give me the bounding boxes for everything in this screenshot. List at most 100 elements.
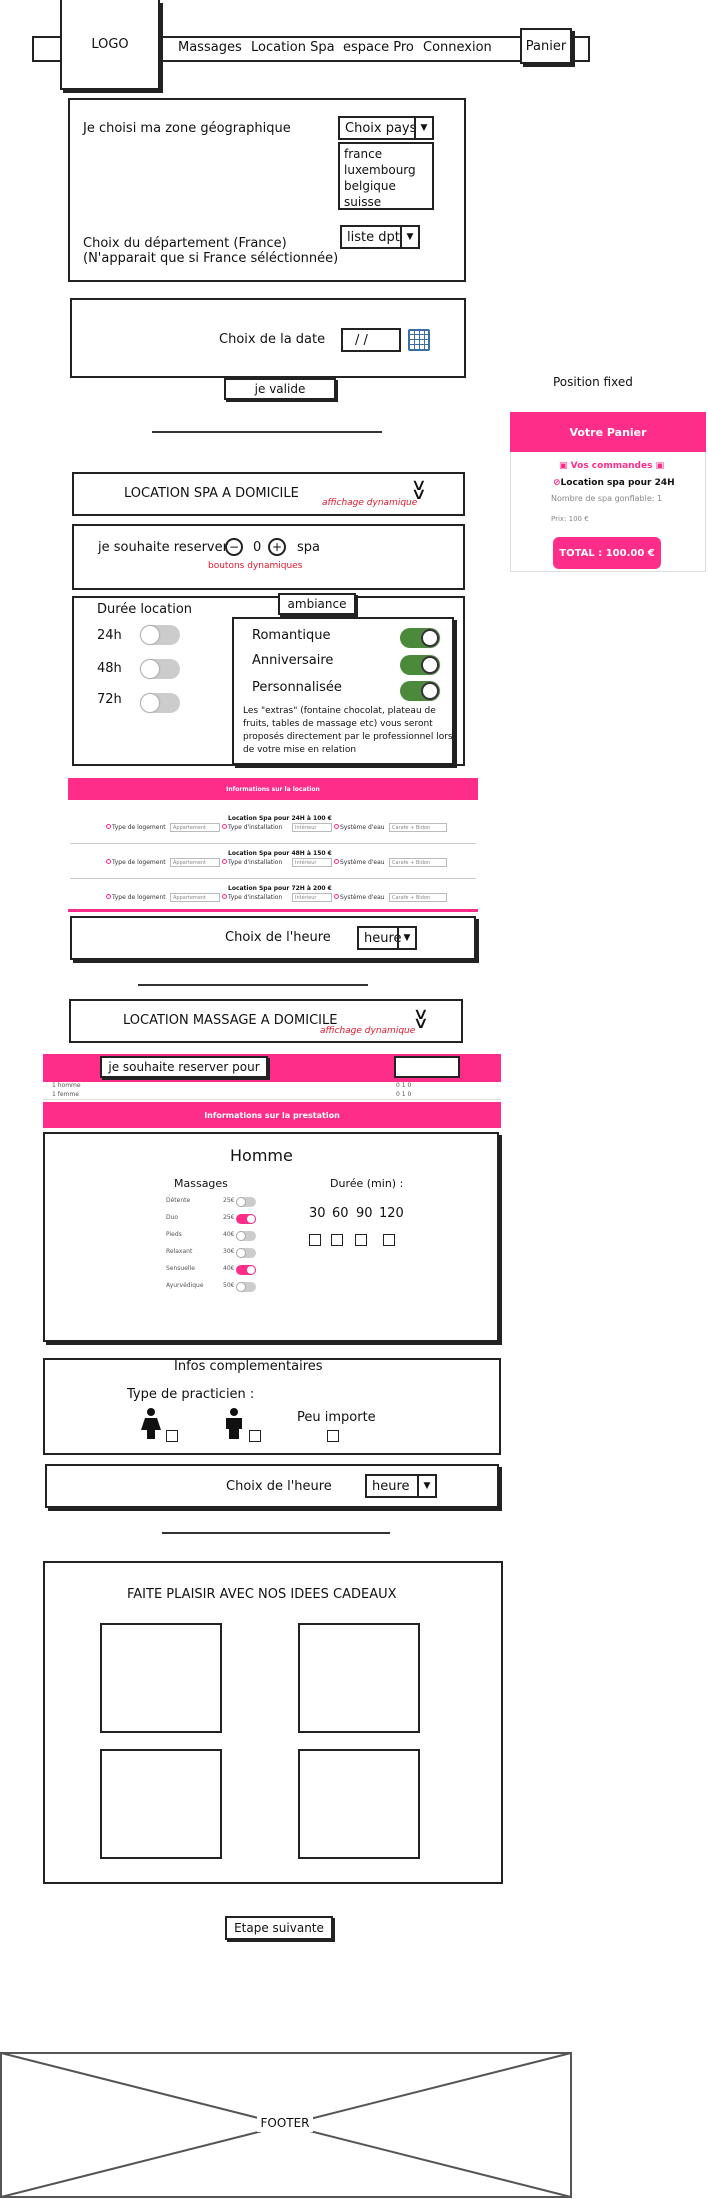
cart-price: Prix: 100 €	[551, 515, 589, 523]
cart-total-button[interactable]: TOTAL : 100.00 €	[553, 537, 661, 569]
tab-ambiance[interactable]: ambiance	[278, 593, 356, 615]
massage-toggle[interactable]	[236, 1282, 256, 1292]
any-practitioner-checkbox[interactable]	[327, 1430, 339, 1442]
massage-price: 30€	[223, 1248, 235, 1255]
spa-row-input[interactable]: Appartement	[170, 893, 220, 902]
spa-row-input[interactable]: Intérieur	[292, 893, 332, 902]
spa-row-item: Système d'eau	[334, 859, 385, 866]
gifts-title: FAITE PLAISIR AVEC NOS IDEES CADEAUX	[127, 1587, 397, 1602]
massage-title: LOCATION MASSAGE A DOMICILE	[123, 1013, 338, 1028]
nav-espace-pro[interactable]: espace Pro	[343, 40, 414, 55]
country-dropdown-list: france luxembourg belgique suisse	[338, 142, 434, 210]
ambiance-anniversaire-label: Anniversaire	[252, 653, 334, 668]
dept-select[interactable]: liste dpt ▼	[340, 225, 420, 249]
massage-toggle[interactable]	[236, 1231, 256, 1241]
country-option-france[interactable]: france	[344, 146, 428, 162]
spa-row-item: Type d'installation	[222, 824, 282, 831]
buttons-note: boutons dynamiques	[208, 561, 303, 571]
remove-icon[interactable]: ⊘	[553, 478, 561, 488]
spa-row-input[interactable]: Carafe + Bidon	[389, 823, 447, 832]
massage-toggle[interactable]	[236, 1197, 256, 1207]
country-select-value: Choix pays	[345, 120, 417, 136]
duration-48h-toggle[interactable]	[140, 659, 180, 679]
massage-hour-select[interactable]: heure ▼	[365, 1474, 437, 1498]
ambiance-personnalisee-toggle[interactable]	[400, 681, 440, 701]
gift-card[interactable]	[100, 1623, 222, 1733]
duration-24h-label: 24h	[97, 628, 122, 643]
spa-row-input[interactable]: Intérieur	[292, 858, 332, 867]
spa-reserve-label: je souhaite reserver	[98, 540, 228, 555]
cart-item-text: Location spa pour 24H	[560, 478, 675, 488]
ambiance-anniversaire-toggle[interactable]	[400, 655, 440, 675]
calendar-icon[interactable]	[408, 329, 430, 351]
plus-button[interactable]: +	[268, 538, 286, 556]
gift-card[interactable]	[298, 1623, 420, 1733]
massage-name: Détente	[166, 1197, 191, 1204]
male-practitioner-icon[interactable]	[224, 1408, 244, 1440]
duration-120-label: 120	[379, 1206, 404, 1221]
dept-select-value: liste dpt	[347, 229, 400, 245]
massage-reserve-input[interactable]	[394, 1056, 460, 1078]
date-input[interactable]: / /	[341, 328, 401, 352]
country-select[interactable]: Choix pays ▼	[338, 116, 434, 140]
massage-reserve-label: je souhaite reserver pour	[108, 1060, 260, 1074]
duration-60-checkbox[interactable]	[331, 1234, 343, 1246]
duration-72h-toggle[interactable]	[140, 693, 180, 713]
country-option-suisse[interactable]: suisse	[344, 194, 428, 210]
duration-120-checkbox[interactable]	[383, 1234, 395, 1246]
massage-toggle[interactable]	[236, 1265, 256, 1275]
cart-button[interactable]: Panier	[520, 28, 572, 64]
duration-90-label: 90	[356, 1206, 373, 1221]
spa-row-input[interactable]: Appartement	[170, 823, 220, 832]
spa-row-title: Location Spa pour 72H à 200 €	[228, 885, 332, 892]
person-row-counter[interactable]: 0 1 0	[396, 1091, 411, 1098]
duration-24h-toggle[interactable]	[140, 625, 180, 645]
cart-total: TOTAL : 100.00 €	[559, 547, 655, 559]
duration-60-label: 60	[332, 1206, 349, 1221]
spa-row-input[interactable]: Intérieur	[292, 823, 332, 832]
massage-toggle[interactable]	[236, 1214, 256, 1224]
spa-title: LOCATION SPA A DOMICILE	[124, 486, 299, 501]
duration-30-checkbox[interactable]	[309, 1234, 321, 1246]
spa-row-input[interactable]: Appartement	[170, 858, 220, 867]
spa-qty: 0	[253, 540, 262, 555]
female-practitioner-checkbox[interactable]	[166, 1430, 178, 1442]
footer-label-box: FOOTER	[257, 2114, 313, 2132]
massage-toggle[interactable]	[236, 1248, 256, 1258]
ambiance-romantique-toggle[interactable]	[400, 628, 440, 648]
validate-button[interactable]: je valide	[224, 378, 336, 400]
double-chevron-down-icon[interactable]: ∨ ∨	[411, 477, 427, 502]
duration-90-checkbox[interactable]	[355, 1234, 367, 1246]
spa-unit: spa	[297, 540, 320, 555]
nav-connexion[interactable]: Connexion	[423, 40, 492, 55]
double-chevron-down-icon[interactable]: ∨ ∨	[413, 1006, 429, 1031]
bag-icon: ▣	[559, 461, 568, 471]
spa-row-item: Type d'installation	[222, 859, 282, 866]
nav-massages[interactable]: Massages	[178, 40, 242, 55]
minus-button[interactable]: −	[225, 538, 243, 556]
gender-title: Homme	[230, 1146, 293, 1165]
country-option-belgique[interactable]: belgique	[344, 178, 428, 194]
spa-row-item: Type de logement	[106, 859, 166, 866]
massage-hour-select-value: heure	[372, 1478, 410, 1494]
divider	[162, 1532, 390, 1534]
person-row-counter[interactable]: 0 1 0	[396, 1082, 411, 1089]
gift-card[interactable]	[298, 1749, 420, 1859]
massage-price: 50€	[223, 1282, 235, 1289]
spa-row-input[interactable]: Carafe + Bidon	[389, 858, 447, 867]
spa-hour-select[interactable]: heure ▼	[357, 926, 417, 950]
spa-row-input[interactable]: Carafe + Bidon	[389, 893, 447, 902]
next-step-button[interactable]: Etape suivante	[225, 1916, 333, 1940]
ambiance-personnalisee-label: Personnalisée	[252, 680, 342, 695]
divider	[152, 431, 382, 433]
country-option-luxembourg[interactable]: luxembourg	[344, 162, 428, 178]
male-practitioner-checkbox[interactable]	[249, 1430, 261, 1442]
zone-label: Je choisi ma zone géographique	[83, 121, 291, 136]
nav-location-spa[interactable]: Location Spa	[251, 40, 335, 55]
gift-card[interactable]	[100, 1749, 222, 1859]
massage-price: 40€	[223, 1231, 235, 1238]
female-practitioner-icon[interactable]	[140, 1408, 162, 1440]
row-divider	[70, 843, 476, 844]
spa-hour-label: Choix de l'heure	[225, 930, 331, 945]
logo[interactable]: LOGO	[60, 0, 160, 90]
